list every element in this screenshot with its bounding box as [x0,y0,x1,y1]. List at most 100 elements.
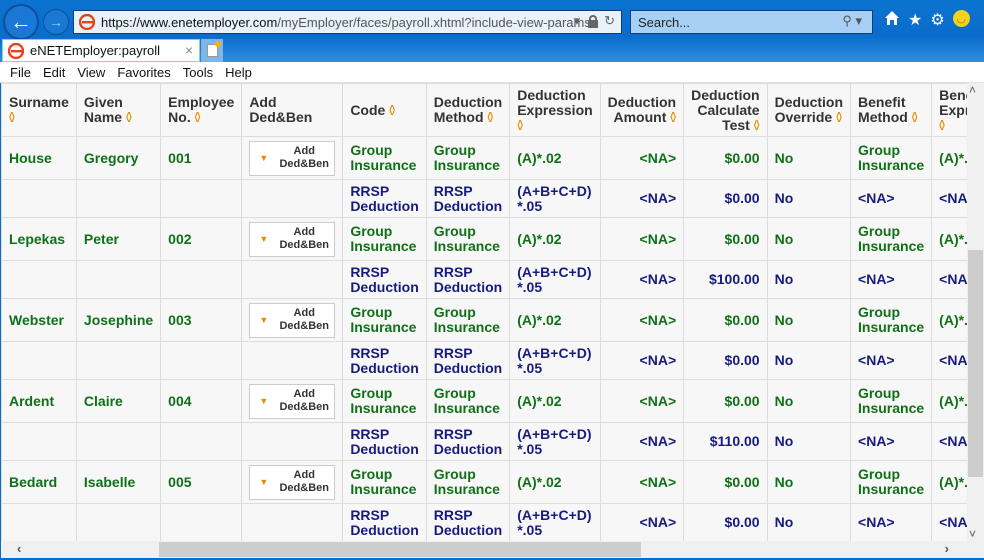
table-row[interactable]: RRSP Deduction RRSP Deduction (A+B+C+D) *.… [1,341,967,380]
feedback-smiley-icon[interactable]: ◡ [952,10,970,27]
dropdown-triangle-icon: ▼ [259,233,269,244]
menu-view[interactable]: View [77,62,105,82]
search-placeholder: Search... [638,14,691,30]
table-row[interactable]: Webster Josephine 003 ▼ Add Ded&Ben Group Insu… [1,298,967,342]
column-header-employee-no-[interactable]: Employee No. ˄ ˅ [160,83,243,137]
column-header-deduction-method[interactable]: Deduction Method ˄ ˅ [425,83,511,137]
column-header-label: Employee No. [168,94,235,125]
menu-file[interactable]: File [10,62,31,82]
dropdown-triangle-icon: ▼ [259,152,269,163]
browser-tab[interactable]: eNETEmployer:payroll × [2,39,200,62]
table-row[interactable]: Bedard Isabelle 005 ▼ Add Ded&Ben Group Insura… [1,460,967,504]
benefit-method-cell: <NA> [850,422,933,461]
table-row[interactable]: Lepekas Peter 002 ▼ Add Ded&Ben Group Insuranc… [1,217,967,261]
deduction-amount-cell: <NA> [599,260,685,299]
column-header-label: Deduction Expression [517,86,593,118]
surname-cell: Lepekas [1,217,77,261]
deduction-override-cell: No [766,136,852,180]
table-row[interactable]: RRSP Deduction RRSP Deduction (A+B+C+D) *.… [1,260,967,299]
deduction-amount-cell: <NA> [599,341,685,380]
column-header-surname[interactable]: Surname ˄ ˅ [1,83,77,137]
lock-icon[interactable] [587,15,599,28]
deduction-method-cell: Group Insurance [425,460,511,504]
search-input[interactable]: Search... ⚲ ▾ [630,10,873,34]
menu-favorites[interactable]: Favorites [117,62,170,82]
add-dedben-button[interactable]: ▼ Add Ded&Ben [249,383,336,419]
column-header-benefit-expression[interactable]: Benefit Expression ˄˅ [931,83,967,137]
column-header-deduction-expression[interactable]: Deduction Expression ˄ ˅ [509,83,601,137]
sort-icon[interactable]: ˄ ˅ [670,111,676,126]
given-name-cell: Isabelle [75,460,162,504]
scroll-up-icon[interactable]: ˄ [969,83,976,97]
menu-help[interactable]: Help [225,62,252,82]
url-path: /myEmployer/faces/payroll.xhtml?include-… [277,14,599,30]
sort-icon[interactable]: ˄ ˅ [126,111,132,126]
column-header-label: Surname [9,94,69,110]
table-row[interactable]: RRSP Deduction RRSP Deduction (A+B+C+D) *.… [1,422,967,461]
settings-gear-icon[interactable]: ⚙ [930,10,944,31]
table-row[interactable]: RRSP Deduction RRSP Deduction (A+B+C+D) *.… [1,179,967,218]
table-row[interactable]: House Gregory 001 ▼ Add Ded&Ben Group Insuranc… [1,136,967,180]
sort-icon[interactable]: ˄ ˅ [487,111,493,126]
scroll-right-icon[interactable]: › [945,541,949,556]
surname-cell [1,503,77,541]
deduction-method-cell: RRSP Deduction [425,179,511,218]
scroll-left-icon[interactable]: ‹ [17,541,21,556]
deduction-calculate-test-cell: $0.00 [683,298,768,342]
sort-icon[interactable]: ˄ ˅ [389,103,395,118]
column-header-benefit-method[interactable]: Benefit Method ˄ ˅ [850,83,933,137]
deduction-override-cell: No [766,460,852,504]
deduction-calculate-test-cell: $0.00 [683,503,768,541]
benefit-method-cell: Group Insurance [850,217,933,261]
benefit-expression-cell: (A)*.02 [931,298,967,342]
benefit-method-cell: Group Insurance [850,379,933,423]
deduction-amount-cell: <NA> [599,422,685,461]
menu-edit[interactable]: Edit [43,62,65,82]
deduction-method-cell: RRSP Deduction [425,422,511,461]
sort-icon[interactable]: ˄ ˅ [517,118,523,133]
back-button[interactable]: ← [3,4,39,40]
address-bar[interactable]: https://www.enetemployer.com/myEmployer/… [73,10,622,34]
sort-icon[interactable]: ˄ ˅ [754,118,760,133]
new-tab-button[interactable] [201,39,223,62]
column-header-given-name[interactable]: Given Name ˄ ˅ [75,83,162,137]
sort-icon[interactable]: ˄ ˅ [939,118,945,133]
close-tab-icon[interactable]: × [185,42,193,58]
scroll-down-icon[interactable]: ˅ [969,527,976,541]
horizontal-scrollbar[interactable]: ‹ › [1,541,967,558]
column-header-deduction-override[interactable]: Deduction Override ˄ ˅ [766,83,852,137]
column-header-deduction-amount[interactable]: Deduction Amount ˄ ˅ [599,83,685,137]
add-button-label: Ded&Ben [279,239,329,251]
forward-button[interactable]: → [43,9,69,35]
add-dedben-cell [241,422,344,461]
add-dedben-button[interactable]: ▼ Add Ded&Ben [249,464,336,500]
given-name-cell: Peter [75,217,162,261]
refresh-icon[interactable]: ↻ [604,13,615,29]
site-logo-icon [78,13,96,31]
vertical-scrollbar[interactable]: ˄ ˅ [967,83,984,541]
url-dropdown-icon[interactable]: ▾ [574,13,581,29]
table-row[interactable]: Ardent Claire 004 ▼ Add Ded&Ben Group Insuranc… [1,379,967,423]
sort-icon[interactable]: ˄ ˅ [195,111,201,126]
add-dedben-button[interactable]: ▼ Add Ded&Ben [249,221,336,257]
menu-tools[interactable]: Tools [183,62,213,82]
sort-icon[interactable]: ˄ ˅ [9,111,15,126]
forward-arrow-icon: → [49,14,63,30]
dropdown-triangle-icon: ▼ [259,395,269,406]
column-header-deduction-calculate-test[interactable]: Deduction Calculate Test ˄ ˅ [683,83,768,137]
sort-icon[interactable]: ˄ ˅ [912,111,918,126]
table-row[interactable]: RRSP Deduction RRSP Deduction (A+B+C+D) *.… [1,503,967,541]
deduction-amount-cell: <NA> [599,298,685,342]
home-icon[interactable] [884,10,900,31]
deduction-expression-cell: (A)*.02 [509,298,601,342]
add-dedben-button[interactable]: ▼ Add Ded&Ben [249,302,336,338]
sort-icon[interactable]: ˄ ˅ [836,111,842,126]
horizontal-scroll-thumb[interactable] [159,542,641,557]
column-header-label: Deduction Calculate Test [691,86,760,133]
code-cell: RRSP Deduction [342,341,427,380]
add-dedben-button[interactable]: ▼ Add Ded&Ben [249,140,336,176]
favorites-star-icon[interactable]: ★ [908,10,922,31]
vertical-scroll-thumb[interactable] [968,250,983,477]
column-header-code[interactable]: Code ˄ ˅ [342,83,427,137]
search-icon[interactable]: ⚲ ▾ [842,13,862,29]
